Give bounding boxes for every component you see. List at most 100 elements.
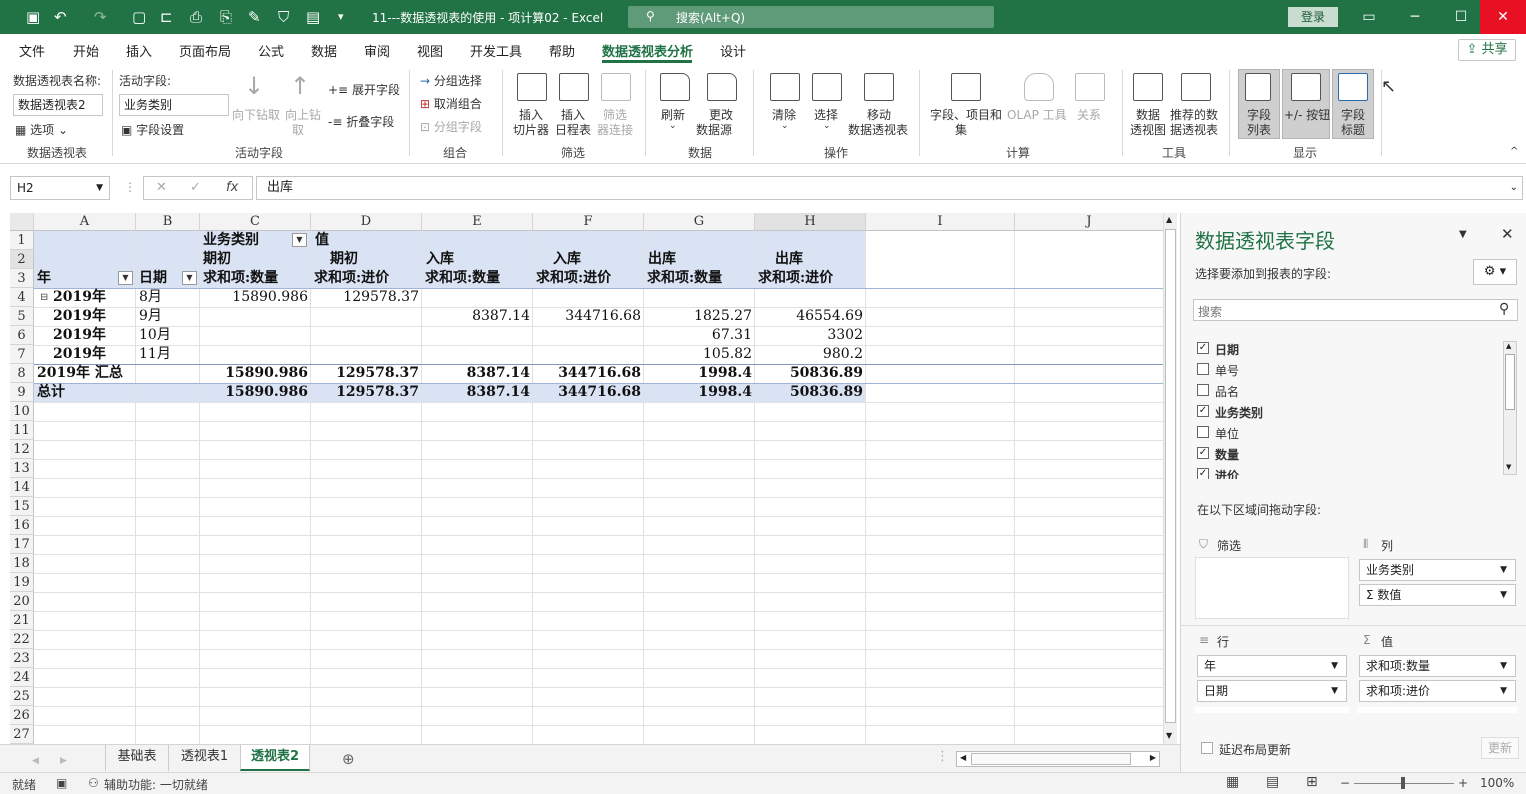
field-checkbox[interactable]: ✓ (1197, 342, 1209, 354)
collapse-ribbon-icon[interactable]: ^ (1510, 146, 1518, 157)
field-list-scrollbar[interactable]: ▲ ▼ (1503, 341, 1517, 475)
tab-home[interactable]: 开始 (73, 41, 99, 60)
hscroll-thumb[interactable] (971, 753, 1131, 765)
cell-value[interactable]: 46554.69 (755, 307, 863, 326)
close-icon[interactable]: ✕ (1480, 0, 1526, 34)
column-header[interactable]: I (866, 213, 1015, 231)
customize-qat-icon[interactable]: ▾ (338, 8, 344, 26)
rows-field[interactable]: 日期 ▼ (1197, 680, 1347, 702)
field-name[interactable]: 数量 (1215, 446, 1239, 463)
row-label-year[interactable]: 2019年 (53, 307, 106, 326)
column-field-filter-icon[interactable]: ▼ (292, 233, 307, 247)
column-header[interactable]: G (644, 213, 755, 231)
dropdown-icon[interactable]: ▼ (1331, 681, 1338, 701)
field-name[interactable]: 日期 (1215, 341, 1239, 358)
row-header[interactable]: 20 (10, 592, 34, 611)
row-header[interactable]: 3 (10, 269, 34, 288)
column-header[interactable]: E (422, 213, 533, 231)
row-header[interactable]: 5 (10, 307, 34, 326)
insert-function-icon[interactable]: fx (226, 180, 238, 195)
sheet-tab[interactable]: 基础表 (105, 745, 168, 771)
pivot-value-header[interactable]: 求和项:进价 (758, 269, 833, 288)
dropdown-icon[interactable]: ▼ (1500, 681, 1507, 701)
tab-pivottable-analyze[interactable]: 数据透视表分析 (602, 41, 693, 60)
row-header[interactable]: 21 (10, 611, 34, 630)
olap-tools-button[interactable]: OLAP 工具 (1007, 106, 1067, 123)
share-button[interactable]: ⇪ 共享 (1458, 39, 1516, 61)
formula-input[interactable]: 出库 ⌄ (256, 176, 1523, 200)
pt-name-input[interactable]: 数据透视表2 (13, 94, 103, 116)
field-name[interactable]: 进价 (1215, 467, 1239, 479)
clear-dropdown-icon[interactable]: ⌄ (781, 121, 789, 131)
ribbon-display-icon[interactable]: ▭ (1346, 0, 1392, 34)
row-header[interactable]: 18 (10, 554, 34, 573)
active-field-input[interactable]: 业务类别 (119, 94, 229, 116)
date-filter-icon[interactable]: ▼ (182, 271, 197, 285)
page-break-view-icon[interactable]: ⊞ (1306, 774, 1318, 790)
rows-drop-zone[interactable] (1195, 707, 1349, 713)
select-all-corner[interactable] (10, 213, 34, 231)
row-label-month[interactable]: 9月 (139, 307, 162, 326)
open-folder-icon[interactable]: ⊏ (160, 8, 173, 26)
search-box[interactable]: ⚲ 搜索(Alt+Q) (628, 6, 994, 28)
tab-help[interactable]: 帮助 (549, 41, 575, 60)
drill-down-button[interactable]: 向下钻取 (232, 106, 280, 123)
collapse-field-button[interactable]: -≡ 折叠字段 (328, 113, 394, 130)
column-header[interactable]: D (311, 213, 422, 231)
pane-close-icon[interactable]: ✕ (1501, 225, 1514, 243)
scroll-up-icon[interactable]: ▲ (1506, 342, 1511, 350)
sheet-tab[interactable]: 透视表1 (168, 745, 240, 771)
cell-value[interactable]: 67.31 (644, 326, 752, 345)
dropdown-icon[interactable]: ▼ (1500, 560, 1507, 580)
row-header[interactable]: 13 (10, 459, 34, 478)
tab-review[interactable]: 审阅 (364, 41, 390, 60)
accessibility-status[interactable]: 辅助功能: 一切就绪 (104, 776, 208, 793)
columns-field[interactable]: 业务类别 ▼ (1359, 559, 1516, 581)
pivot-value-header[interactable]: 求和项:进价 (536, 269, 611, 288)
save-icon[interactable]: ▣ (26, 8, 40, 26)
filter-drop-zone[interactable] (1195, 557, 1349, 619)
scroll-up-icon[interactable]: ▲ (1166, 215, 1172, 224)
grand-total-value[interactable]: 8387.14 (422, 383, 530, 402)
row-label-month[interactable]: 11月 (139, 345, 171, 364)
cell-value[interactable]: 15890.986 (200, 288, 308, 307)
vertical-scrollbar[interactable]: ▲ ▼ (1163, 213, 1177, 744)
row-header[interactable]: 7 (10, 345, 34, 364)
defer-update-checkbox[interactable] (1201, 742, 1213, 754)
select-dropdown-icon[interactable]: ⌄ (823, 121, 831, 131)
grand-total-label[interactable]: 总计 (37, 383, 65, 402)
enter-icon[interactable]: ✓ (190, 180, 201, 195)
redo-icon[interactable]: ↷ (94, 8, 107, 26)
pivot-col-header[interactable]: 出库 (775, 250, 803, 269)
row-header[interactable]: 11 (10, 421, 34, 440)
field-checkbox[interactable]: ✓ (1197, 468, 1209, 479)
row-header[interactable]: 15 (10, 497, 34, 516)
format-icon[interactable]: ✎ (248, 8, 261, 26)
row-label-month[interactable]: 8月 (139, 288, 162, 307)
quick-print-icon[interactable]: ⎘ (220, 8, 232, 26)
field-checkbox[interactable] (1197, 363, 1209, 375)
pane-options-dropdown-icon[interactable]: ▼ (1459, 229, 1467, 240)
rows-field[interactable]: 年 ▼ (1197, 655, 1347, 677)
values-field[interactable]: 求和项:进价 ▼ (1359, 680, 1516, 702)
normal-view-icon[interactable]: ▦ (1226, 774, 1239, 790)
tab-view[interactable]: 视图 (417, 41, 443, 60)
column-header[interactable]: A (34, 213, 136, 231)
new-file-icon[interactable]: ▢ (132, 8, 146, 26)
pivot-value-header[interactable]: 求和项:数量 (647, 269, 722, 288)
filter-icon[interactable]: ⛉ (278, 8, 289, 26)
layout-gear-icon[interactable]: ⚙ ▾ (1473, 259, 1517, 285)
tab-file[interactable]: 文件 (19, 41, 45, 60)
relationships-button[interactable]: 关系 (1077, 106, 1101, 123)
ungroup-button[interactable]: ⊞ 取消组合 (420, 95, 482, 112)
row-header[interactable]: 10 (10, 402, 34, 421)
expand-formula-icon[interactable]: ⌄ (1510, 177, 1518, 199)
column-header[interactable]: C (200, 213, 311, 231)
row-header[interactable]: 8 (10, 364, 34, 383)
field-checkbox[interactable]: ✓ (1197, 405, 1209, 417)
field-name[interactable]: 品名 (1215, 383, 1239, 400)
row-label-year[interactable]: 2019年 (53, 345, 106, 364)
expand-field-button[interactable]: +≡ 展开字段 (328, 81, 400, 98)
column-header[interactable]: B (136, 213, 200, 231)
name-box-dropdown-icon[interactable]: ▼ (96, 177, 103, 199)
